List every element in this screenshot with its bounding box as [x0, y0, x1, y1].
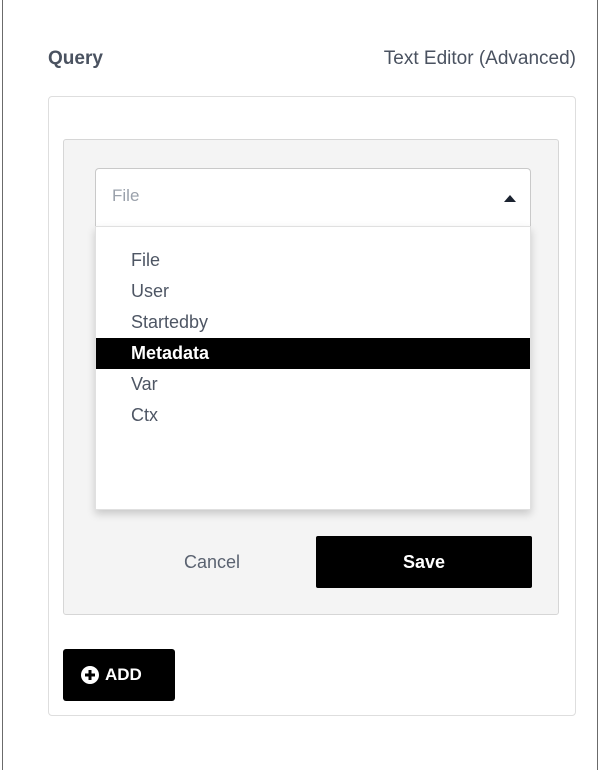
menu-item-var[interactable]: Var — [96, 369, 530, 400]
add-button-label: ADD — [105, 665, 142, 684]
text-editor-mode-link[interactable]: Text Editor (Advanced) — [384, 48, 576, 70]
rule-editor-card: File File User Startedby Metadata Var Ct… — [63, 139, 559, 615]
field-dropdown-menu: File User Startedby Metadata Var Ctx — [95, 226, 531, 510]
menu-item-metadata[interactable]: Metadata — [96, 338, 530, 369]
cropped-text-strip — [2, 0, 598, 6]
menu-item-user[interactable]: User — [96, 276, 530, 307]
query-builder-page: Query Text Editor (Advanced) File File U… — [0, 0, 602, 770]
caret-up-icon — [504, 195, 516, 202]
menu-item-startedby[interactable]: Startedby — [96, 307, 530, 338]
menu-item-ctx[interactable]: Ctx — [96, 400, 530, 431]
menu-item-file[interactable]: File — [96, 245, 530, 276]
cancel-button[interactable]: Cancel — [142, 536, 282, 588]
add-button[interactable]: ADD — [63, 649, 175, 701]
field-select[interactable]: File — [95, 168, 531, 226]
query-title: Query — [48, 48, 103, 69]
query-header: Query Text Editor (Advanced) — [48, 48, 578, 74]
plus-circle-icon — [81, 666, 99, 684]
query-card: File File User Startedby Metadata Var Ct… — [48, 96, 576, 716]
field-select-value: File — [112, 186, 140, 205]
save-button[interactable]: Save — [316, 536, 532, 588]
